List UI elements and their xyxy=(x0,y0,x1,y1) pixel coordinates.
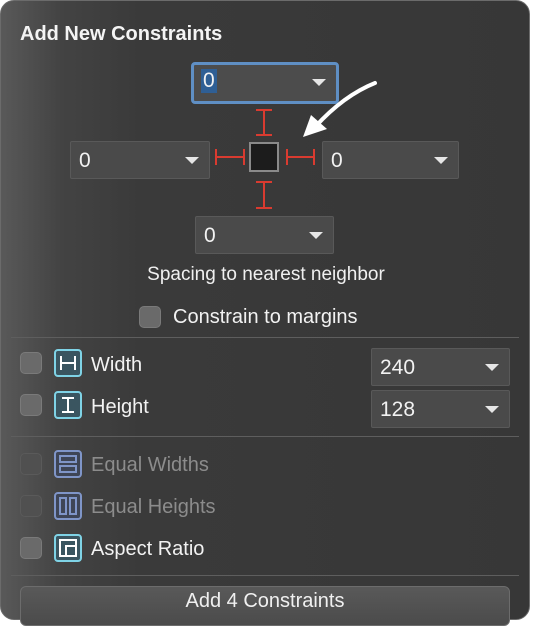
height-constraint-icon xyxy=(54,391,82,419)
aspect-ratio-label: Aspect Ratio xyxy=(91,538,205,560)
left-spacing-value: 0 xyxy=(79,149,91,172)
top-constraint-connector[interactable] xyxy=(253,107,275,141)
equal-heights-icon xyxy=(54,492,82,520)
width-value-dropdown[interactable]: 240 xyxy=(371,348,510,386)
add-constraints-panel: Add New Constraints 0 0 0 0 Spacing to n… xyxy=(0,0,530,626)
right-constraint-connector[interactable] xyxy=(284,146,318,168)
height-checkbox[interactable] xyxy=(20,394,42,416)
equal-widths-label: Equal Widths xyxy=(91,454,209,476)
equal-heights-checkbox[interactable] xyxy=(20,495,42,517)
equal-widths-checkbox[interactable] xyxy=(20,453,42,475)
spacing-hint-text: Spacing to nearest neighbor xyxy=(147,264,385,285)
divider xyxy=(11,337,519,338)
view-preview-box xyxy=(249,142,279,172)
constrain-to-margins-label: Constrain to margins xyxy=(173,306,358,328)
height-value-dropdown[interactable]: 128 xyxy=(371,390,510,428)
aspect-ratio-icon xyxy=(54,534,82,562)
width-checkbox[interactable] xyxy=(20,352,42,374)
height-label: Height xyxy=(91,396,149,418)
panel-title: Add New Constraints xyxy=(20,23,223,45)
height-value: 128 xyxy=(380,398,416,421)
arrow-annotation-icon xyxy=(303,81,377,137)
top-spacing-value: 0 xyxy=(201,69,217,93)
right-spacing-value: 0 xyxy=(331,149,343,172)
equal-heights-label: Equal Heights xyxy=(91,496,216,518)
right-spacing-dropdown[interactable]: 0 xyxy=(322,141,459,179)
chevron-down-icon xyxy=(485,364,499,371)
bottom-spacing-value: 0 xyxy=(204,224,216,247)
chevron-down-icon xyxy=(185,157,199,164)
chevron-down-icon xyxy=(485,406,499,413)
bottom-constraint-connector[interactable] xyxy=(253,178,275,212)
equal-widths-icon xyxy=(54,450,82,478)
width-label: Width xyxy=(91,354,143,376)
constrain-to-margins-checkbox[interactable] xyxy=(139,306,161,328)
chevron-down-icon xyxy=(309,232,323,239)
add-constraints-button[interactable]: Add 4 Constraints xyxy=(20,586,510,626)
divider xyxy=(11,436,519,437)
divider xyxy=(11,575,519,576)
width-constraint-icon xyxy=(54,349,82,377)
aspect-ratio-checkbox[interactable] xyxy=(20,537,42,559)
left-spacing-dropdown[interactable]: 0 xyxy=(70,141,210,179)
bottom-spacing-dropdown[interactable]: 0 xyxy=(195,216,334,254)
left-constraint-connector[interactable] xyxy=(213,146,247,168)
width-value: 240 xyxy=(380,356,416,379)
chevron-down-icon xyxy=(434,157,448,164)
